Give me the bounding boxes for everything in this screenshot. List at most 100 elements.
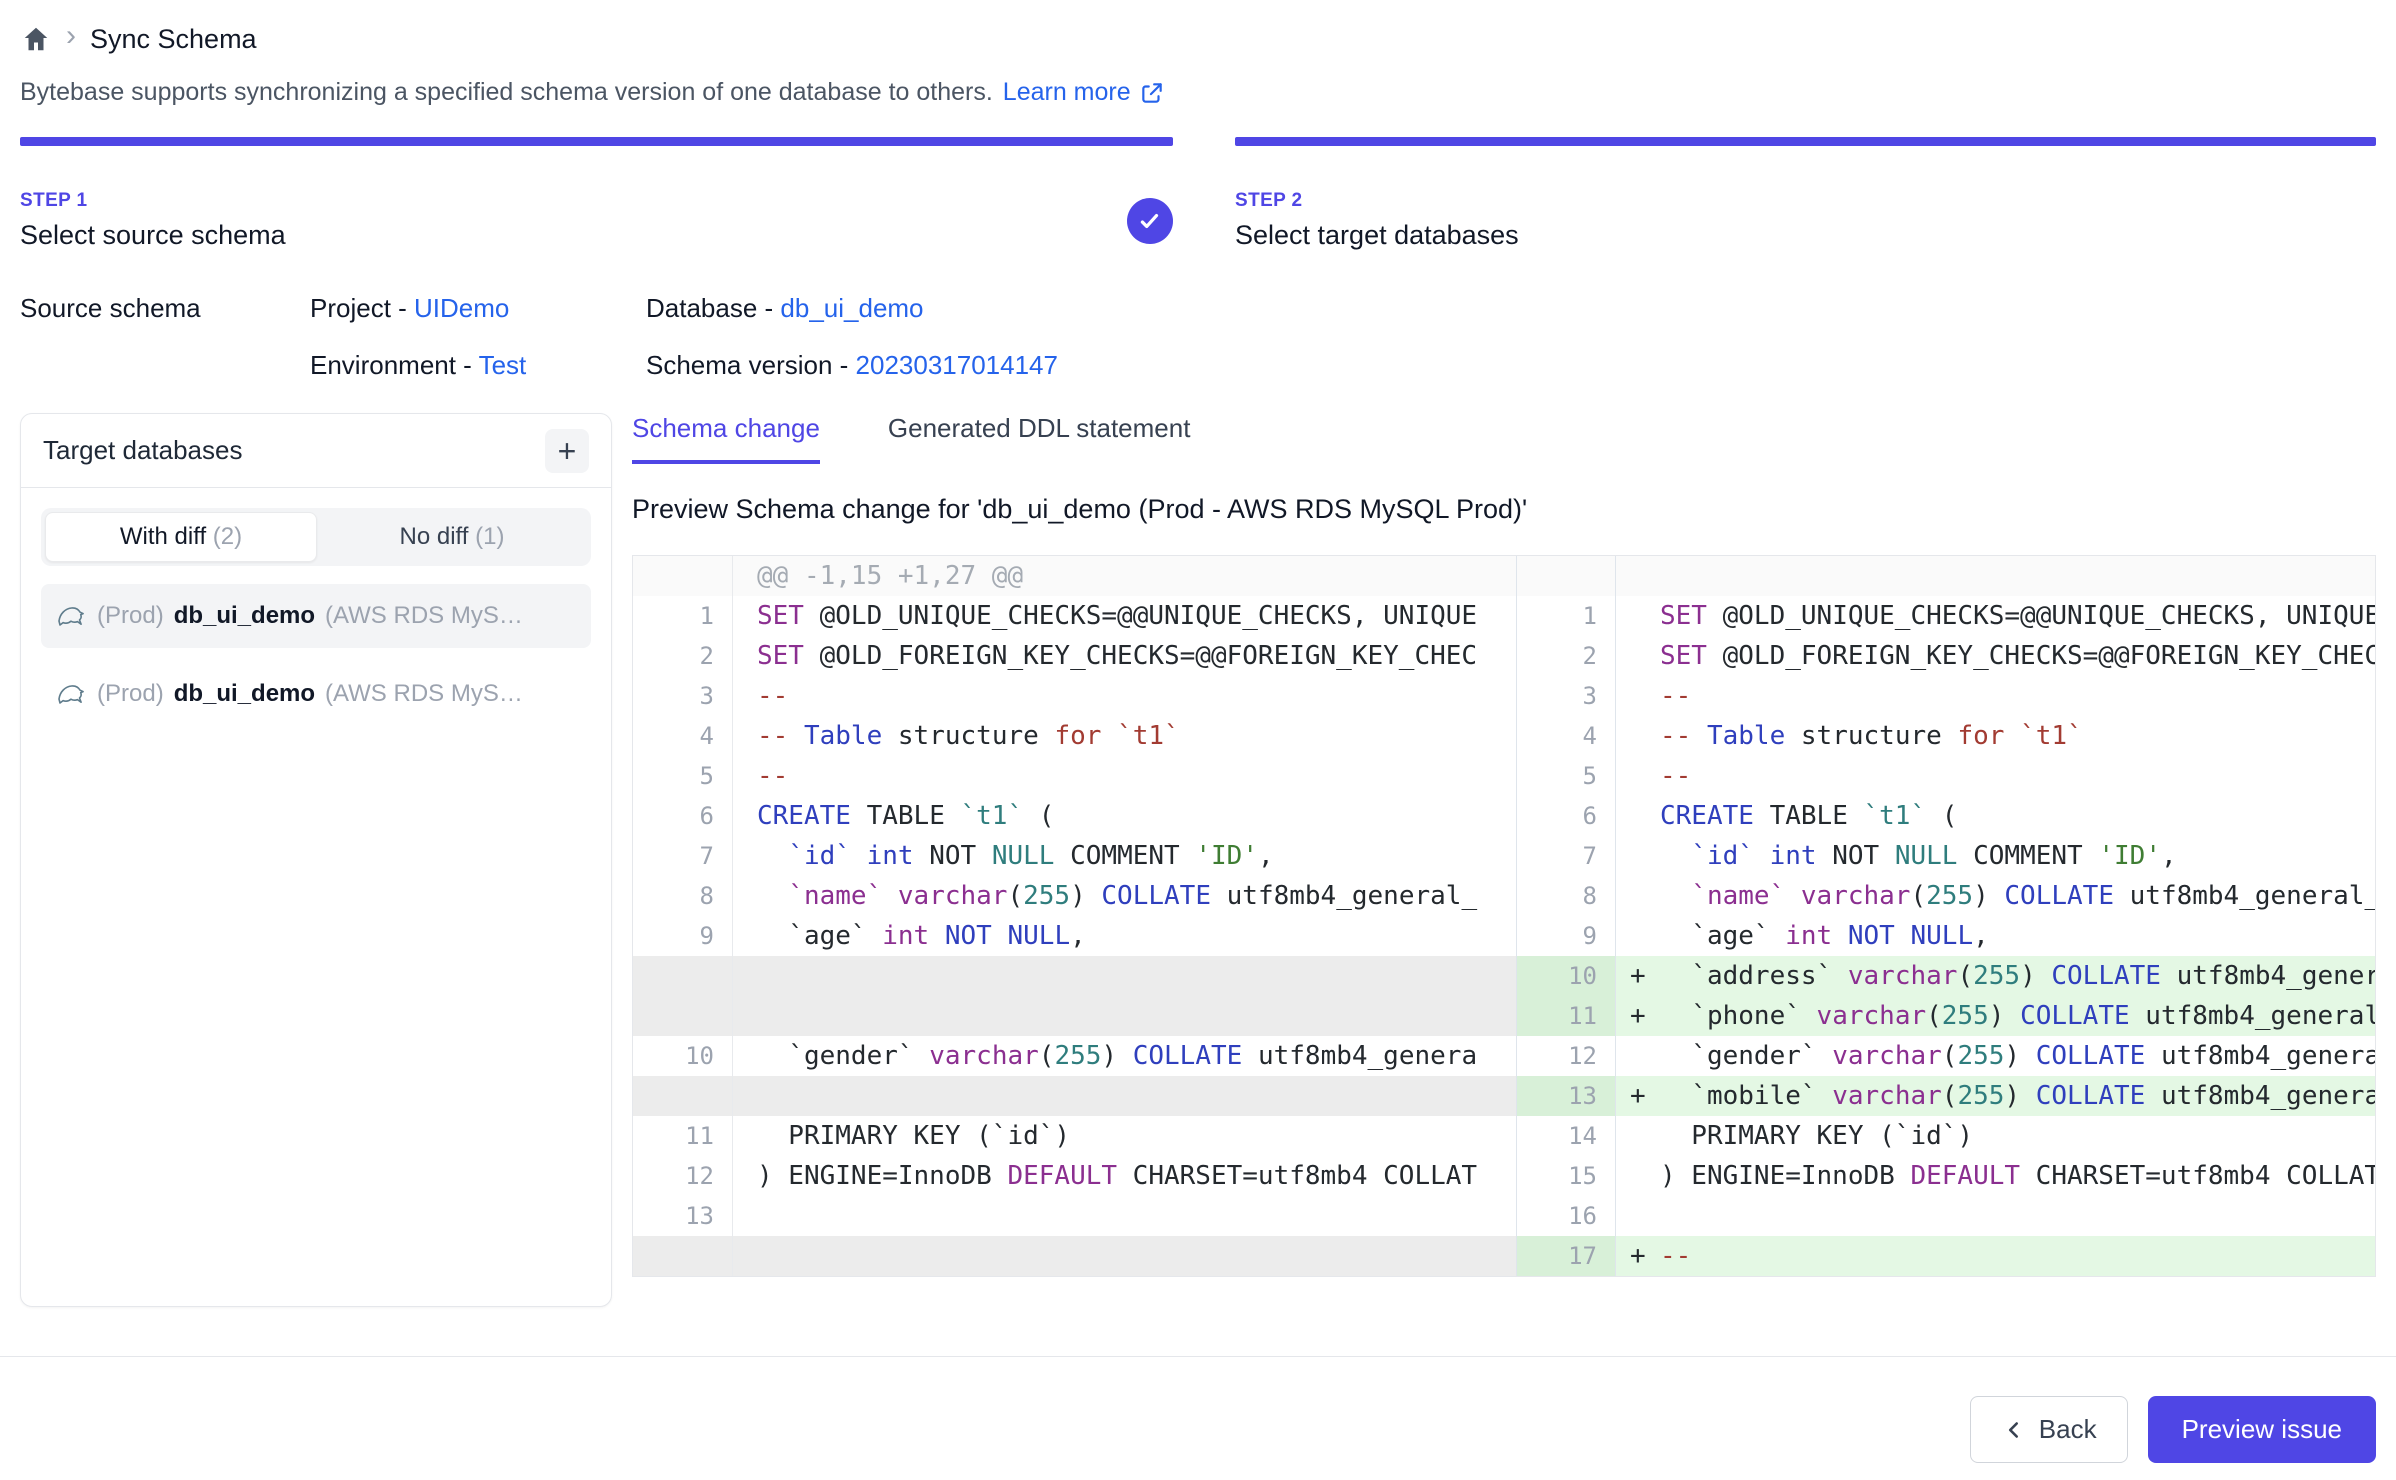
diff-row: 13 16 [633,1196,2375,1236]
view-tabs: Schema change Generated DDL statement [632,413,2376,464]
description-text: Bytebase supports synchronizing a specif… [20,78,993,107]
mysql-dolphin-icon [55,600,87,632]
line-number: 2 [633,636,733,676]
line-number: 4 [633,716,733,756]
line-number: 1 [633,596,733,636]
step-1: STEP 1 Select source schema [20,137,1173,251]
diff-row: 11+ `phone` varchar(255) COLLATE utf8mb4… [633,996,2375,1036]
diff-row: 4-- Table structure for `t1`4-- Table st… [633,716,2375,756]
line-number: 12 [1516,1036,1616,1076]
code-line: SET @OLD_UNIQUE_CHECKS=@@UNIQUE_CHECKS, … [733,596,1516,636]
code-line: -- [733,756,1516,796]
diff-add-marker: + [1616,956,1660,996]
code-line: -- [1616,756,2375,796]
target-databases-title: Target databases [43,435,242,466]
code-line [733,1196,1516,1236]
step-2-label: STEP 2 [1235,190,2376,212]
code-line: `age` int NOT NULL, [733,916,1516,956]
code-line: + `mobile` varchar(255) COLLATE utf8mb4_… [1616,1076,2375,1116]
line-number: 15 [1516,1156,1616,1196]
page-description: Bytebase supports synchronizing a specif… [20,78,2376,107]
code-line: +-- [1616,1236,2375,1276]
diff-row: 11 PRIMARY KEY (`id`)14 PRIMARY KEY (`id… [633,1116,2375,1156]
code-line: `age` int NOT NULL, [1616,916,2375,956]
line-number: 11 [1516,996,1616,1036]
code-line: SET @OLD_FOREIGN_KEY_CHECKS=@@FOREIGN_KE… [1616,636,2375,676]
source-schema-summary: Source schema Project - UIDemo Database … [20,293,2376,381]
line-number: 3 [1516,676,1616,716]
code-line: -- Table structure for `t1` [733,716,1516,756]
filter-tab-with-diff[interactable]: With diff (2) [45,512,317,562]
code-line: `name` varchar(255) COLLATE utf8mb4_gene… [1616,876,2375,916]
environment-link[interactable]: Test [479,350,527,380]
schema-version-link[interactable]: 20230317014147 [856,350,1058,380]
back-button[interactable]: Back [1970,1396,2128,1463]
mysql-dolphin-icon [55,678,87,710]
steps-bar: STEP 1 Select source schema STEP 2 Selec… [20,137,2376,251]
source-environment: Environment - Test [310,350,646,381]
learn-more-link[interactable]: Learn more [1003,78,1165,107]
code-line: PRIMARY KEY (`id`) [1616,1116,2375,1156]
line-number: 16 [1516,1196,1616,1236]
line-number: 14 [1516,1116,1616,1156]
code-line: `id` int NOT NULL COMMENT 'ID', [1616,836,2375,876]
code-line: -- [733,676,1516,716]
diff-table[interactable]: @@ -1,15 +1,27 @@1SET @OLD_UNIQUE_CHECKS… [632,555,2376,1277]
filter-tab-no-diff[interactable]: No diff (1) [317,512,587,562]
schema-change-section: Schema change Generated DDL statement Pr… [632,413,2376,1277]
step-1-title: Select source schema [20,220,1127,251]
diff-add-marker: + [1616,1236,1660,1276]
line-number: 7 [1516,836,1616,876]
line-number: 5 [633,756,733,796]
diff-row: 7 `id` int NOT NULL COMMENT 'ID',7 `id` … [633,836,2375,876]
diff-filter-segmented-control: With diff (2) No diff (1) [41,508,591,566]
line-number [633,556,733,596]
diff-row: 8 `name` varchar(255) COLLATE utf8mb4_ge… [633,876,2375,916]
diff-row: @@ -1,15 +1,27 @@ [633,556,2375,596]
diff-row: 9 `age` int NOT NULL,9 `age` int NOT NUL… [633,916,2375,956]
code-line: `gender` varchar(255) COLLATE utf8mb4_ge… [1616,1036,2375,1076]
home-icon[interactable] [20,23,52,55]
line-number [633,1076,733,1116]
preview-issue-button[interactable]: Preview issue [2148,1396,2376,1463]
line-number: 12 [633,1156,733,1196]
step-2-progress-bar [1235,137,2376,146]
add-target-database-button[interactable]: + [545,429,589,473]
tab-schema-change[interactable]: Schema change [632,413,820,464]
main-area: Target databases + With diff (2) No diff… [20,413,2376,1307]
code-line: SET @OLD_UNIQUE_CHECKS=@@UNIQUE_CHECKS, … [1616,596,2375,636]
code-line: @@ -1,15 +1,27 @@ [733,556,1516,596]
tab-generated-ddl[interactable]: Generated DDL statement [888,413,1191,464]
line-number: 8 [633,876,733,916]
code-line [733,1236,1516,1276]
line-number: 11 [633,1116,733,1156]
diff-row: 6CREATE TABLE `t1` (6CREATE TABLE `t1` ( [633,796,2375,836]
code-line: `id` int NOT NULL COMMENT 'ID', [733,836,1516,876]
chevron-left-icon [2001,1417,2027,1443]
source-schema-label: Source schema [20,293,310,324]
code-line: + `phone` varchar(255) COLLATE utf8mb4_g… [1616,996,2375,1036]
database-link[interactable]: db_ui_demo [780,293,923,323]
diff-row: 2SET @OLD_FOREIGN_KEY_CHECKS=@@FOREIGN_K… [633,636,2375,676]
code-line: SET @OLD_FOREIGN_KEY_CHECKS=@@FOREIGN_KE… [733,636,1516,676]
diff-row: 13+ `mobile` varchar(255) COLLATE utf8mb… [633,1076,2375,1116]
project-link[interactable]: UIDemo [414,293,509,323]
footer-actions: Back Preview issue [1970,1396,2376,1463]
line-number: 8 [1516,876,1616,916]
line-number: 9 [633,916,733,956]
breadcrumb-separator-icon: › [66,21,76,57]
step-2: STEP 2 Select target databases [1235,137,2376,251]
code-line: PRIMARY KEY (`id`) [733,1116,1516,1156]
target-database-item[interactable]: (Prod) db_ui_demo (AWS RDS MyS… [41,662,591,726]
line-number: 13 [633,1196,733,1236]
line-number: 5 [1516,756,1616,796]
diff-row: 3--3-- [633,676,2375,716]
breadcrumb: › Sync Schema [20,18,2376,60]
step-1-progress-bar [20,137,1173,146]
code-line: `gender` varchar(255) COLLATE utf8mb4_ge… [733,1036,1516,1076]
diff-add-marker: + [1616,996,1660,1036]
code-line: -- [1616,676,2375,716]
target-database-item[interactable]: (Prod) db_ui_demo (AWS RDS MyS… [41,584,591,648]
code-line: + `address` varchar(255) COLLATE utf8mb4… [1616,956,2375,996]
diff-row: 1SET @OLD_UNIQUE_CHECKS=@@UNIQUE_CHECKS,… [633,596,2375,636]
